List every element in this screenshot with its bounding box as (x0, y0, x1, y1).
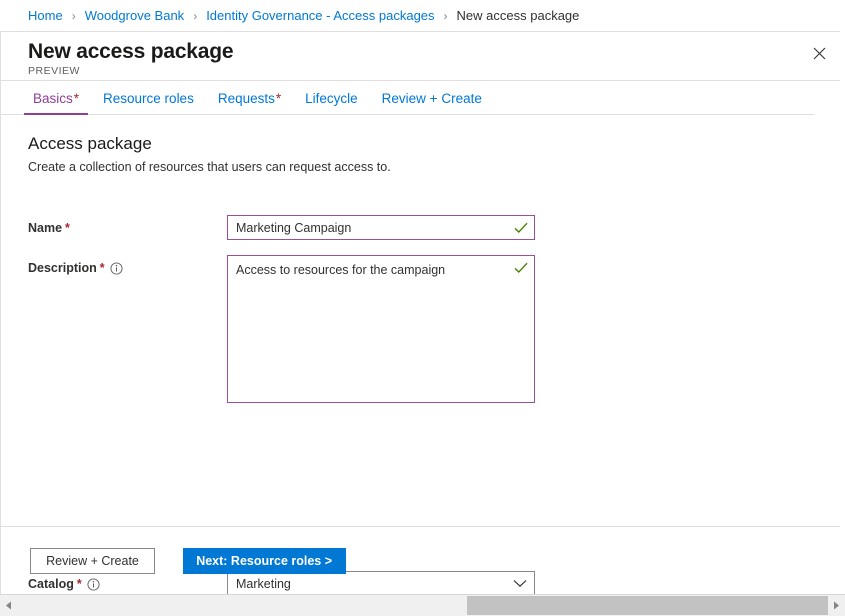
description-required-marker: * (100, 260, 105, 276)
next-resource-roles-button[interactable]: Next: Resource roles > (183, 548, 346, 574)
tab-basics[interactable]: Basics* (24, 91, 88, 114)
section-description: Create a collection of resources that us… (28, 159, 840, 176)
valid-check-icon (514, 262, 528, 274)
horizontal-scroll-track[interactable] (17, 595, 828, 616)
new-access-package-blade: New access package PREVIEW Basics* Resou… (0, 31, 840, 594)
tab-requests[interactable]: Requests* (209, 91, 290, 114)
breadcrumb-item-current: New access package (457, 8, 580, 23)
breadcrumb-separator: › (444, 9, 448, 23)
description-label: Description* (28, 260, 123, 276)
tab-requests-label: Requests (218, 91, 275, 106)
section-title: Access package (28, 133, 840, 155)
wizard-tabs: Basics* Resource roles Requests* Lifecyc… (1, 81, 814, 115)
tab-review-create[interactable]: Review + Create (373, 91, 491, 114)
form-content: Access package Create a collection of re… (1, 115, 840, 467)
tab-basics-required-marker: * (74, 91, 79, 106)
field-row-description: Description* Access to resources for the… (28, 176, 840, 324)
blade-header: New access package PREVIEW (1, 32, 840, 81)
close-icon (813, 47, 826, 63)
description-info-icon[interactable] (110, 262, 123, 275)
description-label-text: Description (28, 260, 97, 276)
page-title: New access package (28, 39, 840, 64)
tab-requests-required-marker: * (276, 91, 281, 106)
description-input-value: Access to resources for the campaign (236, 262, 528, 279)
tab-review-create-label: Review + Create (382, 91, 482, 106)
close-button[interactable] (800, 38, 838, 72)
breadcrumb: Home › Woodgrove Bank › Identity Governa… (0, 0, 845, 31)
tab-lifecycle[interactable]: Lifecycle (296, 91, 367, 114)
horizontal-scrollbar[interactable] (0, 594, 845, 616)
breadcrumb-item-home[interactable]: Home (28, 8, 63, 23)
horizontal-scroll-thumb[interactable] (467, 596, 828, 615)
preview-badge: PREVIEW (28, 64, 840, 78)
tab-basics-label: Basics (33, 91, 73, 106)
blade-footer: Review + Create Next: Resource roles > (1, 526, 840, 594)
scroll-left-button[interactable] (0, 595, 17, 616)
breadcrumb-separator: › (72, 9, 76, 23)
review-create-button[interactable]: Review + Create (30, 548, 155, 574)
breadcrumb-separator: › (193, 9, 197, 23)
right-gutter (840, 31, 845, 594)
breadcrumb-item-identity-governance[interactable]: Identity Governance - Access packages (206, 8, 434, 23)
tab-resource-roles-label: Resource roles (103, 91, 194, 106)
breadcrumb-item-woodgrove-bank[interactable]: Woodgrove Bank (85, 8, 185, 23)
tab-lifecycle-label: Lifecycle (305, 91, 358, 106)
description-input[interactable]: Access to resources for the campaign (227, 255, 535, 403)
scroll-right-button[interactable] (828, 595, 845, 616)
top-right-filler (840, 0, 845, 31)
tab-resource-roles[interactable]: Resource roles (94, 91, 203, 114)
